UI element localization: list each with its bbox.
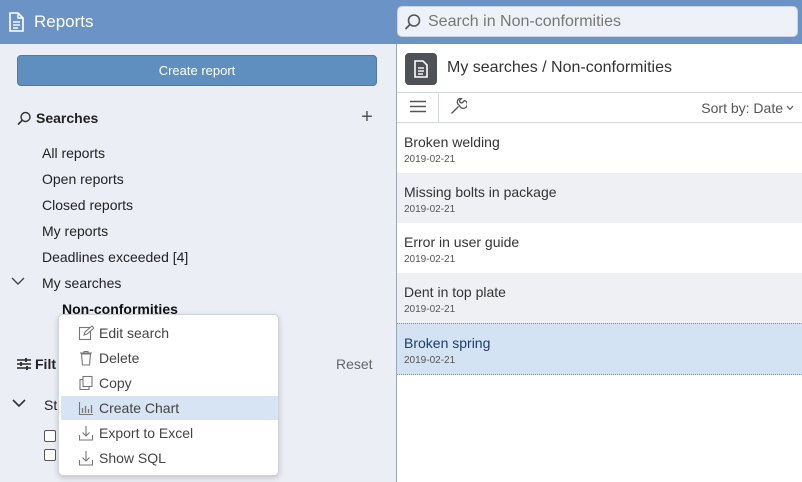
document-icon xyxy=(8,12,24,32)
menu-item-label: Create Chart xyxy=(99,400,180,416)
top-bar: Reports xyxy=(0,0,802,44)
menu-delete[interactable]: Delete xyxy=(61,346,278,370)
status-filter-label: St xyxy=(44,397,58,413)
chevron-down-icon[interactable] xyxy=(11,276,25,286)
nav-my-reports[interactable]: My reports xyxy=(42,223,108,239)
reset-button[interactable]: Reset xyxy=(336,356,373,372)
menu-item-label: Edit search xyxy=(99,325,170,341)
item-date: 2019-02-21 xyxy=(404,304,456,315)
menu-button[interactable] xyxy=(397,93,438,122)
searches-header: Searches xyxy=(17,110,98,126)
context-menu: Edit search Delete Copy Create Chart Exp… xyxy=(58,314,279,476)
sort-dropdown[interactable]: Sort by: Date xyxy=(701,93,794,122)
searches-title: Searches xyxy=(36,110,99,126)
menu-item-label: Delete xyxy=(99,350,140,366)
menu-copy[interactable]: Copy xyxy=(61,371,278,395)
menu-item-label: Export to Excel xyxy=(99,425,194,441)
item-title: Broken welding xyxy=(404,134,500,150)
item-date: 2019-02-21 xyxy=(404,204,456,215)
right-panel: My searches / Non-conformities Sort by: … xyxy=(397,44,802,482)
status-checkbox[interactable] xyxy=(44,430,56,442)
list-item[interactable]: Missing bolts in package 2019-02-21 xyxy=(397,173,802,223)
export-icon xyxy=(78,425,94,441)
menu-show-sql[interactable]: Show SQL xyxy=(61,446,278,470)
chevron-down-icon xyxy=(786,105,794,111)
nav-deadlines-exceeded[interactable]: Deadlines exceeded [4] xyxy=(42,249,188,265)
app-title-text: Reports xyxy=(34,12,94,31)
search-input[interactable] xyxy=(428,12,788,31)
edit-icon xyxy=(78,325,94,341)
item-title: Missing bolts in package xyxy=(404,184,557,200)
item-title: Broken spring xyxy=(404,335,491,351)
item-date: 2019-02-21 xyxy=(404,254,456,265)
status-checkbox[interactable] xyxy=(44,449,56,461)
list-item[interactable]: Error in user guide 2019-02-21 xyxy=(397,223,802,273)
menu-create-chart[interactable]: Create Chart xyxy=(61,396,278,420)
menu-item-label: Copy xyxy=(99,375,132,391)
filter-title: Filt xyxy=(35,356,56,372)
wrench-icon xyxy=(450,96,468,118)
chevron-down-icon[interactable] xyxy=(12,398,26,408)
filter-header: Filt xyxy=(16,356,56,372)
add-search-button[interactable]: + xyxy=(359,106,375,129)
search-icon xyxy=(17,111,32,126)
app-title: Reports xyxy=(8,0,94,44)
tools-button[interactable] xyxy=(447,93,469,122)
chart-icon xyxy=(78,400,94,416)
item-date: 2019-02-21 xyxy=(404,355,456,366)
list-item-selected[interactable]: Broken spring 2019-02-21 xyxy=(397,323,802,375)
toolbar-separator xyxy=(438,93,439,122)
menu-edit-search[interactable]: Edit search xyxy=(61,321,278,345)
nav-my-searches[interactable]: My searches xyxy=(42,275,121,291)
list-item[interactable]: Dent in top plate 2019-02-21 xyxy=(397,273,802,323)
export-icon xyxy=(78,450,94,466)
sort-label: Sort by: Date xyxy=(701,99,783,116)
nav-open-reports[interactable]: Open reports xyxy=(42,171,124,187)
search-icon xyxy=(404,13,422,31)
nav-closed-reports[interactable]: Closed reports xyxy=(42,197,133,213)
item-title: Dent in top plate xyxy=(404,284,506,300)
nav-all-reports[interactable]: All reports xyxy=(42,145,105,161)
list-toolbar: Sort by: Date xyxy=(397,92,802,123)
list-item[interactable]: Broken welding 2019-02-21 xyxy=(397,123,802,173)
create-report-button[interactable]: Create report xyxy=(17,55,377,86)
copy-icon xyxy=(78,375,94,391)
trash-icon xyxy=(78,350,94,366)
menu-export-excel[interactable]: Export to Excel xyxy=(61,421,278,445)
list-header: My searches / Non-conformities xyxy=(397,44,802,92)
sliders-icon xyxy=(16,357,32,371)
search-box[interactable] xyxy=(397,6,798,37)
item-title: Error in user guide xyxy=(404,234,520,250)
menu-item-label: Show SQL xyxy=(99,450,166,466)
hamburger-icon xyxy=(409,100,426,116)
page-title: My searches / Non-conformities xyxy=(447,59,672,76)
document-icon xyxy=(405,53,437,85)
item-date: 2019-02-21 xyxy=(404,154,456,165)
